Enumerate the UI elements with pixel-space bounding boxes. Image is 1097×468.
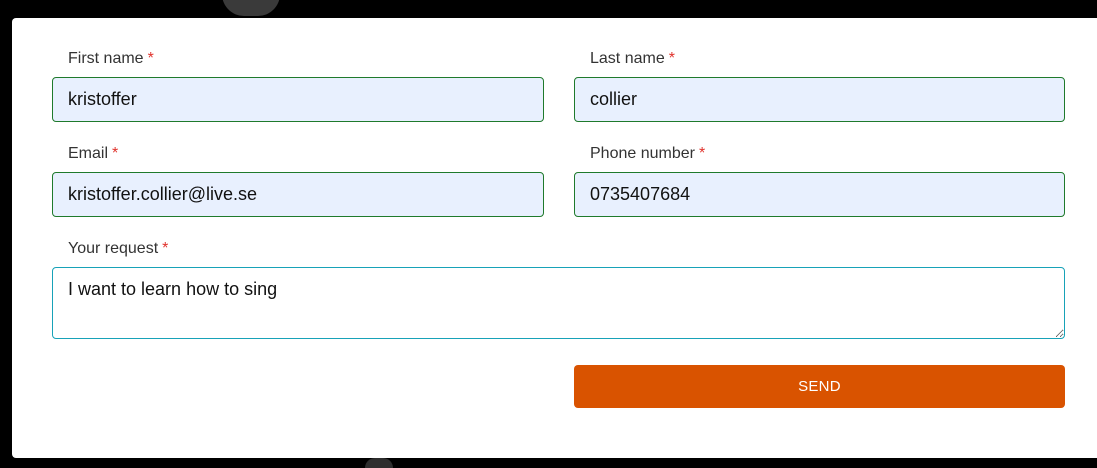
first-name-label: First name *	[68, 50, 154, 67]
background-image-fragment	[222, 0, 280, 16]
required-mark: *	[668, 50, 675, 67]
required-mark: *	[112, 145, 119, 162]
last-name-input[interactable]	[574, 77, 1065, 122]
required-mark: *	[162, 240, 169, 257]
phone-input[interactable]	[574, 172, 1065, 217]
contact-form-card: First name* Last name* Email* Phone numb…	[12, 18, 1097, 458]
request-textarea[interactable]: I want to learn how to sing	[52, 267, 1065, 339]
last-name-label: Last name *	[590, 50, 675, 67]
send-button[interactable]: SEND	[574, 365, 1065, 408]
last-name-field: Last name *	[574, 49, 1065, 122]
first-name-field: First name *	[52, 49, 544, 122]
required-mark: *	[147, 50, 154, 67]
required-mark: *	[698, 145, 706, 162]
first-name-input[interactable]	[52, 77, 544, 122]
background-image-fragment-bottom	[365, 458, 393, 468]
email-field: Email *	[52, 144, 544, 217]
request-field: Your request * I want to learn how to sin…	[52, 239, 1065, 339]
email-label: Email *	[68, 145, 119, 162]
phone-field: Phone number *	[574, 144, 1065, 217]
phone-label: Phone number *	[590, 145, 706, 162]
request-label: Your request *	[68, 240, 169, 257]
email-input[interactable]	[52, 172, 544, 217]
